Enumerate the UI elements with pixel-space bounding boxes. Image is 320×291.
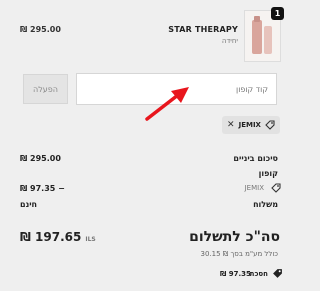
coupon-label: קופון bbox=[258, 169, 278, 178]
discount-code: JEMIX bbox=[244, 184, 264, 192]
product-thumbnail: 1 bbox=[244, 7, 284, 62]
tax-note: כולל מע"מ בסך ₪ 30.15 bbox=[200, 250, 278, 258]
savings-label: חסכת bbox=[249, 270, 268, 278]
apply-coupon-button[interactable]: הפעלה bbox=[23, 74, 68, 104]
savings-tag-icon bbox=[273, 269, 282, 278]
quantity-badge: 1 bbox=[271, 7, 284, 20]
annotation-arrow bbox=[145, 87, 189, 121]
total-value: ₪ 197.65 ILS bbox=[20, 230, 96, 244]
subtotal-label: סיכום ביניים bbox=[233, 154, 278, 163]
total-currency: ILS bbox=[85, 236, 96, 243]
product-name: STAR THERAPY bbox=[168, 25, 238, 34]
discount-value: ₪ 97.35 − bbox=[20, 184, 65, 193]
subtotal-value: ₪ 295.00 bbox=[20, 154, 61, 163]
shipping-value: חינם bbox=[20, 200, 38, 209]
shipping-label: משלוח bbox=[253, 200, 278, 209]
savings-value: ₪ 97.35 bbox=[220, 270, 251, 278]
total-amount: ₪ 197.65 bbox=[20, 230, 82, 244]
remove-coupon-icon[interactable]: ✕ bbox=[227, 120, 235, 130]
discount-tag-icon bbox=[271, 183, 281, 193]
applied-coupon-code: JEMIX bbox=[238, 121, 261, 129]
total-label: סה"כ לתשלום bbox=[189, 229, 280, 245]
applied-coupon-chip: ✕ JEMIX bbox=[222, 116, 280, 134]
product-variant: יחידה bbox=[221, 37, 238, 45]
product-price: ₪ 295.00 bbox=[20, 25, 61, 34]
tag-icon bbox=[265, 120, 275, 130]
